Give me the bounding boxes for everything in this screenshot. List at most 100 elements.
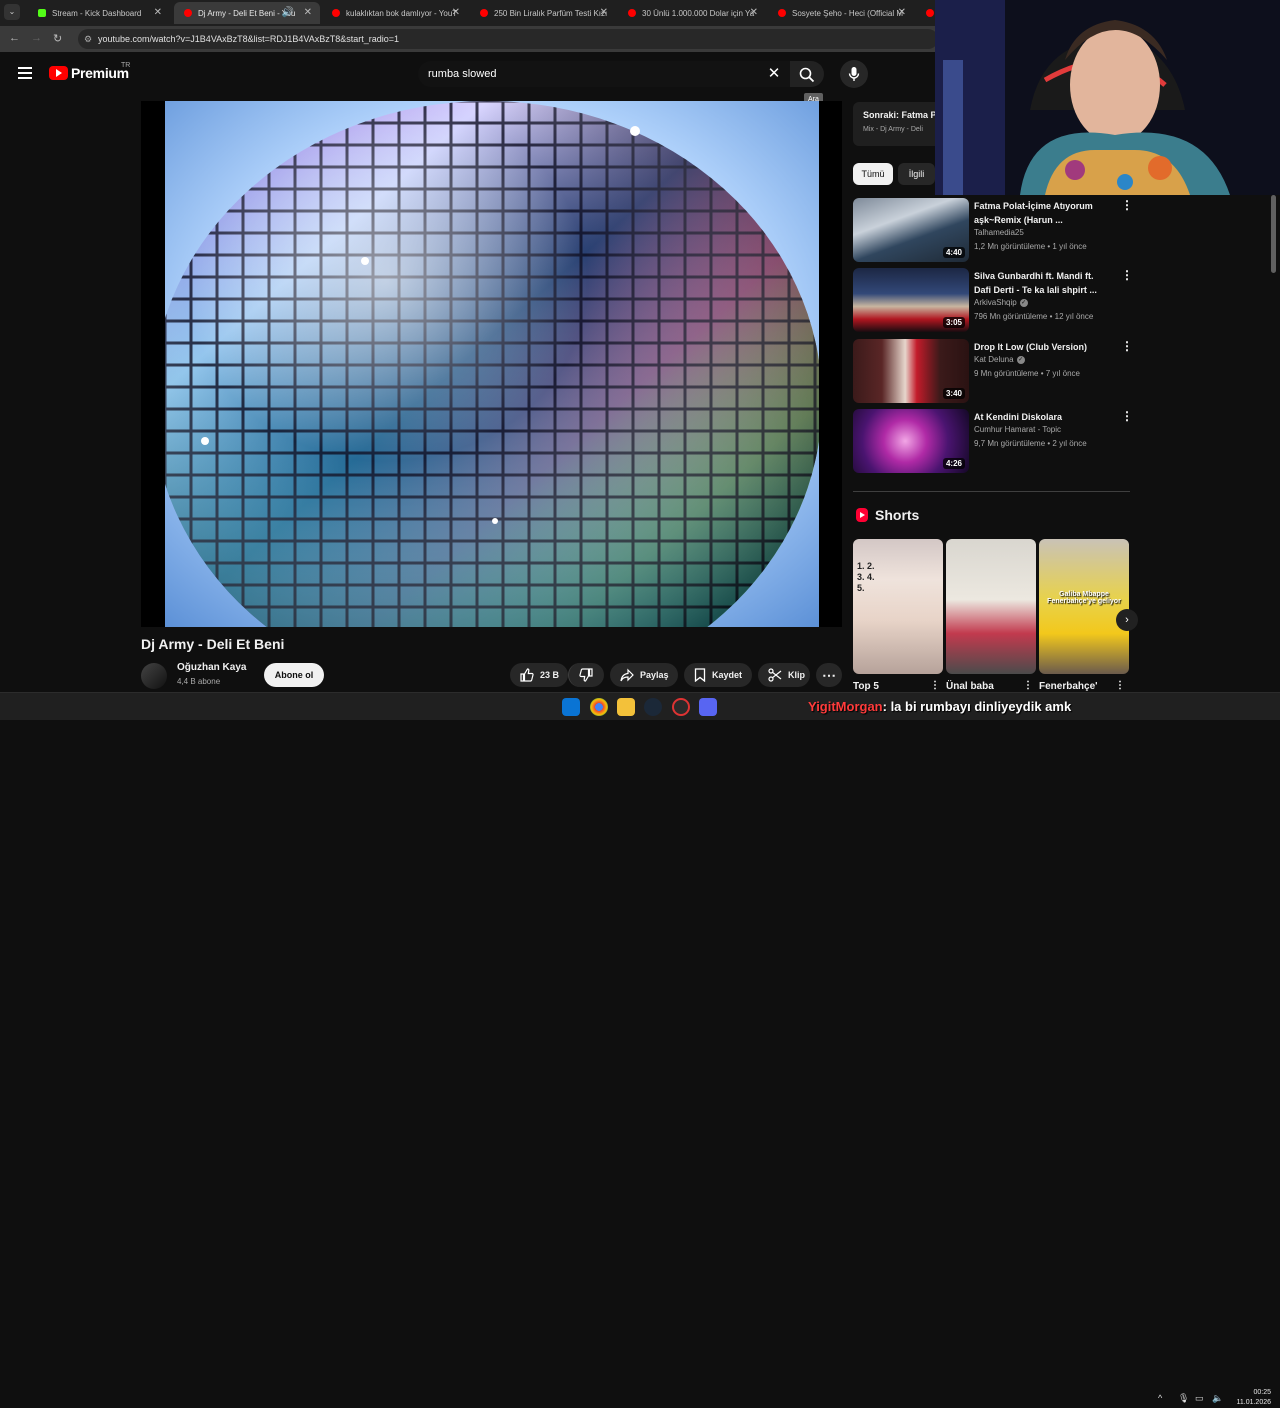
hamburger-menu-icon[interactable] xyxy=(18,67,32,79)
recommendation-title[interactable]: Silva Gunbardhi ft. Mandi ft. Dafi Derti… xyxy=(974,269,1112,297)
more-vertical-icon[interactable]: ⋮ xyxy=(1121,269,1133,281)
chip-related[interactable]: İlgili xyxy=(898,163,935,185)
recommendation-meta: 9 Mn görüntüleme • 7 yıl önce xyxy=(974,369,1080,378)
recommendation-item[interactable]: 4:40 Fatma Polat-İçime Atıyorum aşk~Remi… xyxy=(853,198,1133,264)
subscriber-count: 4,4 B abone xyxy=(177,677,221,686)
recommendation-channel[interactable]: Kat Deluna ✓ xyxy=(974,355,1025,364)
close-icon[interactable]: ✕ xyxy=(600,7,608,18)
system-clock[interactable]: 00:25 11.01.2026 xyxy=(1231,1388,1271,1408)
recommendation-channel[interactable]: Talhamedia25 xyxy=(974,228,1024,237)
clip-label: Klip xyxy=(788,670,805,680)
chip-all[interactable]: Tümü xyxy=(853,163,893,185)
more-vertical-icon[interactable]: ⋮ xyxy=(1115,680,1125,691)
recommendation-channel[interactable]: Cumhur Hamarat - Topic xyxy=(974,425,1061,434)
more-vertical-icon[interactable]: ⋮ xyxy=(1023,680,1033,691)
microphone-tray-icon[interactable]: 🎙 xyxy=(1178,1393,1189,1404)
voice-search-button[interactable] xyxy=(840,60,868,88)
verified-icon: ✓ xyxy=(1019,298,1028,307)
browser-tab-active[interactable]: Dj Army - Deli Et Beni - You 🔊 ✕ xyxy=(174,2,320,24)
tab-search-button[interactable]: ⌄ xyxy=(4,4,20,20)
recommendation-title[interactable]: Drop It Low (Club Version) xyxy=(974,340,1112,354)
section-divider xyxy=(853,491,1130,492)
recommendation-item[interactable]: 3:40 Drop It Low (Club Version) Kat Delu… xyxy=(853,339,1133,405)
search-input[interactable]: rumba slowed xyxy=(418,61,790,87)
file-explorer-icon[interactable] xyxy=(617,698,635,716)
shorts-heading: Shorts xyxy=(875,507,920,523)
windows-start-icon[interactable] xyxy=(562,698,580,716)
more-vertical-icon[interactable]: ⋮ xyxy=(1121,410,1133,422)
video-thumbnail[interactable]: 4:40 xyxy=(853,198,969,262)
youtube-icon xyxy=(184,9,192,17)
page-scrollbar[interactable] xyxy=(1271,195,1276,273)
more-vertical-icon[interactable]: ⋮ xyxy=(930,680,940,691)
speaker-icon[interactable]: 🔊 xyxy=(282,7,294,18)
youtube-icon xyxy=(332,9,340,17)
recommendation-title[interactable]: At Kendini Diskolara xyxy=(974,410,1112,424)
back-icon[interactable]: ← xyxy=(9,32,20,44)
short-thumbnail[interactable]: Galiba Mbappe Fenerbahçe'ye geliyor xyxy=(1039,539,1129,674)
browser-tab[interactable]: 250 Bin Liralık Parfüm Testi Kızı ✕ xyxy=(470,2,616,24)
thumbs-down-icon xyxy=(579,668,593,682)
volume-icon[interactable]: 🔈 xyxy=(1212,1393,1223,1404)
scissors-icon xyxy=(768,668,782,682)
duration-badge: 4:26 xyxy=(942,458,965,469)
reload-icon[interactable]: ↻ xyxy=(53,32,62,45)
playlist-next-card[interactable]: Sonraki: Fatma P Mix - Dj Army - Deli xyxy=(853,102,943,146)
shorts-next-button[interactable]: › xyxy=(1116,609,1138,631)
webcam-overlay xyxy=(935,0,1280,195)
video-thumbnail[interactable]: 4:26 xyxy=(853,409,969,473)
discord-icon[interactable] xyxy=(699,698,717,716)
like-count: 23 B xyxy=(540,670,560,680)
short-title[interactable]: Ünal baba xyxy=(946,681,994,692)
youtube-premium-logo[interactable]: Premium TR xyxy=(49,62,130,81)
subscribe-button[interactable]: Abone ol xyxy=(264,663,324,687)
tab-title: Sosyete Şeho - Heci (Official M xyxy=(792,8,904,18)
video-thumbnail[interactable]: 3:40 xyxy=(853,339,969,403)
short-thumbnail[interactable] xyxy=(946,539,1036,674)
browser-tab[interactable]: kulaklıktan bok damlıyor - YouT ✕ xyxy=(322,2,468,24)
share-button[interactable]: Paylaş xyxy=(610,663,678,687)
recommendation-title[interactable]: Fatma Polat-İçime Atıyorum aşk~Remix (Ha… xyxy=(974,199,1112,227)
close-icon[interactable]: ✕ xyxy=(452,7,460,18)
short-thumbnail[interactable]: 1. 2. 3. 4. 5. xyxy=(853,539,943,674)
more-vertical-icon[interactable]: ⋮ xyxy=(1121,340,1133,352)
browser-tab[interactable]: Stream - Kick Dashboard ✕ xyxy=(28,2,170,24)
short-title[interactable]: Fenerbahçe' xyxy=(1039,681,1098,692)
video-player[interactable] xyxy=(141,101,842,627)
kick-icon xyxy=(38,9,46,17)
recommendation-item[interactable]: 4:26 At Kendini Diskolara Cumhur Hamarat… xyxy=(853,409,1133,475)
steam-icon[interactable] xyxy=(644,698,662,716)
duration-badge: 3:40 xyxy=(942,388,965,399)
browser-tab[interactable]: Sosyete Şeho - Heci (Official M ✕ xyxy=(768,2,914,24)
channel-avatar[interactable] xyxy=(141,663,167,689)
forward-icon[interactable]: → xyxy=(31,32,42,44)
duration-badge: 4:40 xyxy=(942,247,965,258)
search-button[interactable] xyxy=(790,61,824,87)
more-vertical-icon[interactable]: ⋮ xyxy=(1121,199,1133,211)
recommendation-item[interactable]: 3:05 Silva Gunbardhi ft. Mandi ft. Dafi … xyxy=(853,268,1133,334)
more-actions-button[interactable]: ⋯ xyxy=(816,663,842,687)
channel-name[interactable]: Oğuzhan Kaya xyxy=(177,662,246,673)
dislike-button[interactable] xyxy=(568,663,604,687)
close-icon[interactable]: ✕ xyxy=(304,7,312,18)
monitor-icon[interactable]: ▭ xyxy=(1195,1393,1204,1404)
site-info-icon[interactable]: ⚙ xyxy=(84,29,92,49)
clip-button[interactable]: Klip xyxy=(758,663,810,687)
video-thumbnail[interactable]: 3:05 xyxy=(853,268,969,332)
obs-icon[interactable] xyxy=(672,698,690,716)
save-button[interactable]: Kaydet xyxy=(684,663,752,687)
save-label: Kaydet xyxy=(712,670,743,680)
short-title[interactable]: Top 5 xyxy=(853,681,879,692)
close-icon[interactable]: ✕ xyxy=(750,7,758,18)
chrome-icon[interactable] xyxy=(590,698,608,716)
chevron-up-icon[interactable]: ^ xyxy=(1158,1393,1162,1403)
clear-search-icon[interactable]: ✕ xyxy=(765,65,783,83)
recommendation-channel[interactable]: ArkivaShqip ✓ xyxy=(974,298,1028,307)
close-icon[interactable]: ✕ xyxy=(154,7,162,18)
browser-tab[interactable]: 30 Ünlü 1.000.000 Dolar için Ya ✕ xyxy=(618,2,766,24)
url-field[interactable]: ⚙ youtube.com/watch?v=J1B4VAxBzT8&list=R… xyxy=(78,29,938,49)
youtube-play-icon xyxy=(49,66,68,80)
video-title: Dj Army - Deli Et Beni xyxy=(141,636,285,652)
close-icon[interactable]: ✕ xyxy=(898,7,906,18)
like-button[interactable]: 23 B xyxy=(510,663,568,687)
